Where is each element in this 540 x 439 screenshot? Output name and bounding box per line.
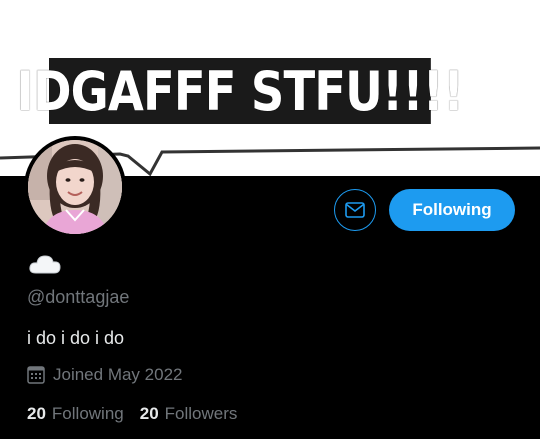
follow-stats: 20 Following 20 Followers: [27, 404, 253, 424]
profile-bio: i do i do i do: [27, 328, 125, 348]
followers-label: Followers: [164, 404, 238, 423]
joined-date: Joined May 2022: [27, 365, 182, 385]
followers-count: 20: [139, 404, 159, 423]
followers-link[interactable]: 20 Followers: [140, 404, 238, 424]
following-link[interactable]: 20 Following: [27, 404, 124, 424]
following-button[interactable]: Following: [389, 189, 515, 231]
user-handle: @donttagjae: [27, 287, 130, 307]
calendar-icon: [27, 366, 45, 384]
avatar-photo: [28, 140, 122, 234]
joined-label: Joined May 2022: [53, 365, 183, 384]
envelope-icon: [345, 202, 365, 218]
cloud-icon: [29, 255, 61, 274]
banner-caption: IDGAFFF STFU!!!!: [16, 58, 464, 124]
avatar[interactable]: [24, 136, 126, 238]
following-count: 20: [27, 404, 46, 423]
following-label: Following: [51, 404, 124, 423]
profile-page: IDGAFFF STFU!!!! Following @donttagjae i…: [0, 0, 540, 439]
message-button[interactable]: [334, 189, 376, 231]
